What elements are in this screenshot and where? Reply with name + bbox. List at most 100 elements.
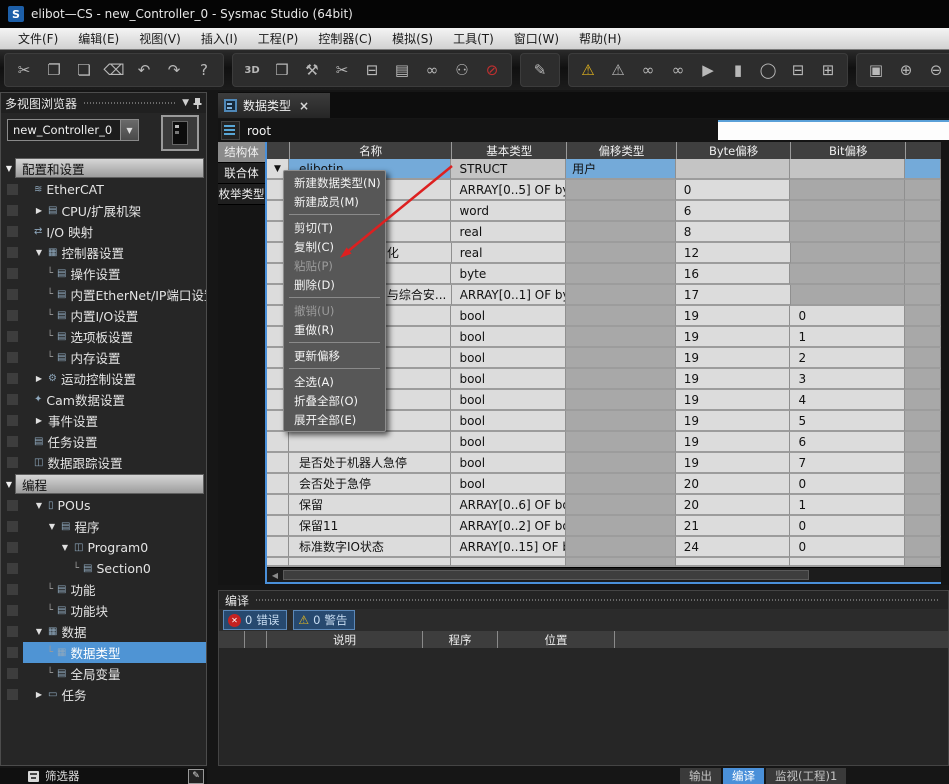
byte-offset-cell[interactable]: 19 [676,327,791,348]
stop-icon[interactable]: ▮ [725,57,751,83]
byte-offset-cell[interactable]: 17 [676,285,791,306]
extra-cell[interactable] [905,495,941,516]
redo-icon[interactable]: ↷ [161,57,187,83]
expand-icon[interactable]: ▶ [34,416,44,425]
cut-icon[interactable]: ✂ [11,57,37,83]
expand-icon[interactable]: ▼ [34,627,44,636]
base-type-cell[interactable]: real [452,243,567,264]
offset-type-cell[interactable] [566,306,676,327]
bit-offset-cell[interactable]: 6 [790,432,905,453]
offset-type-cell[interactable] [566,180,676,201]
base-type-cell[interactable]: bool [451,411,566,432]
bit-offset-cell[interactable]: 4 [790,390,905,411]
offset-type-cell[interactable] [566,369,676,390]
tree-section-configurations-and-setup[interactable]: ▼配置和设置 [1,158,206,178]
sidebar-item-data[interactable]: ▼▦数据 [1,621,206,642]
sidebar-item-tasks[interactable]: ▶▭任务 [1,684,206,705]
run-icon[interactable]: ▶ [695,57,721,83]
extra-cell[interactable] [905,369,941,390]
expand-icon[interactable]: ▼ [34,501,44,510]
category-tab-0[interactable]: 结构体 [218,142,265,163]
extra-cell[interactable] [905,327,941,348]
sidebar-item-pous[interactable]: ▼▯POUs [1,495,206,516]
sidebar-item-programs[interactable]: ▼▤程序 [1,516,206,537]
byte-offset-cell[interactable]: 24 [676,537,791,558]
scroll-left-icon[interactable]: ◀ [267,569,283,581]
table-row[interactable]: 会否处于急停bool200 [267,474,941,495]
expand-icon[interactable]: ▼ [47,522,57,531]
bit-offset-cell[interactable] [791,285,906,306]
base-type-cell[interactable]: bool [451,453,566,474]
paste-icon[interactable]: ❏ [71,57,97,83]
name-cell[interactable] [289,432,452,453]
base-type-cell[interactable]: bool [451,306,566,327]
menu-item-2[interactable]: 视图(V) [131,28,193,49]
root-name[interactable]: root [247,124,271,138]
byte-offset-cell[interactable]: 6 [676,201,791,222]
expand-cell[interactable] [267,495,289,516]
bit-offset-cell[interactable]: 1 [790,327,905,348]
sidebar-item-operation-settings[interactable]: └▤操作设置 [1,263,206,284]
byte-offset-cell[interactable]: 20 [676,495,791,516]
byte-offset-cell[interactable] [676,159,791,180]
bottom-tab-1[interactable]: 编译 [723,768,764,784]
sidebar-item-data-trace-settings[interactable]: ◫数据跟踪设置 [1,452,206,473]
sidebar-item-program0[interactable]: ▼◫Program0 [1,537,206,558]
offset-type-cell[interactable]: 用户 [566,159,676,180]
sidebar-item-builtin-io-settings[interactable]: └▤内置I/O设置 [1,305,206,326]
byte-offset-cell[interactable]: 19 [676,369,791,390]
category-tab-1[interactable]: 联合体 [218,163,265,184]
base-type-cell[interactable]: bool [451,369,566,390]
context-menu-select-all[interactable]: 全选(A) [284,372,385,391]
sidebar-item-option-board-settings[interactable]: └▤选项板设置 [1,326,206,347]
bottom-tab-0[interactable]: 输出 [680,768,721,784]
bit-offset-cell[interactable]: 0 [790,537,905,558]
base-type-cell[interactable]: ARRAY[0..15] OF bool [451,537,566,558]
base-type-cell[interactable]: bool [451,390,566,411]
search-binoculars-icon[interactable]: ⚇ [449,57,475,83]
base-type-cell[interactable]: bool [451,327,566,348]
offset-type-cell[interactable] [566,516,676,537]
extra-cell[interactable] [905,432,941,453]
menu-item-5[interactable]: 控制器(C) [310,28,384,49]
byte-offset-cell[interactable]: 16 [676,264,791,285]
rebuild-icon[interactable]: ⚠ [605,57,631,83]
sidebar-item-cpu-expansion-rack[interactable]: ▶▤CPU/扩展机架 [1,200,206,221]
transfer-from-controller-icon[interactable]: ⊞ [815,57,841,83]
bit-offset-cell[interactable] [790,180,905,201]
context-menu-redo[interactable]: 重做(R) [284,320,385,339]
extra-cell[interactable] [905,222,941,243]
context-menu-new-data-type[interactable]: 新建数据类型(N) [284,173,385,192]
context-menu-copy[interactable]: 复制(C) [284,237,385,256]
error-count-badge[interactable]: ✕ 0 错误 [223,610,287,630]
byte-offset-cell[interactable]: 21 [676,516,791,537]
extra-cell[interactable] [905,159,941,180]
delete-icon[interactable]: ⌫ [101,57,127,83]
offset-type-cell[interactable] [566,348,676,369]
sidebar-item-cam-data-settings[interactable]: ✦Cam数据设置 [1,389,206,410]
context-menu-new-member[interactable]: 新建成员(M) [284,192,385,211]
base-type-cell[interactable]: bool [451,432,566,453]
tab-close-icon[interactable]: × [299,99,309,113]
offset-type-cell[interactable] [566,264,676,285]
undo-icon[interactable]: ↶ [131,57,157,83]
bit-offset-cell[interactable]: 7 [790,453,905,474]
extra-cell[interactable] [905,264,941,285]
bottom-tab-2[interactable]: 监视(工程)1 [766,768,846,784]
tree-section-programming[interactable]: ▼编程 [1,474,206,494]
sidebar-item-global-variables[interactable]: └▤全局变量 [1,663,206,684]
sidebar-item-function-blocks[interactable]: └▤功能块 [1,600,206,621]
sidebar-item-task-settings[interactable]: ▤任务设置 [1,431,206,452]
sync-icon[interactable]: ◯ [755,57,781,83]
pin-icon[interactable] [193,97,202,109]
sidebar-item-motion-control-setup[interactable]: ▶⚙运动控制设置 [1,368,206,389]
base-type-cell[interactable]: ARRAY[0..1] OF byte [452,285,567,306]
copy-icon[interactable]: ❐ [41,57,67,83]
tab-data-types[interactable]: 数据类型 × [218,93,330,118]
bit-offset-cell[interactable]: 5 [790,411,905,432]
menu-item-3[interactable]: 插入(I) [193,28,250,49]
base-type-cell[interactable]: ARRAY[0..6] OF bool [451,495,566,516]
base-type-cell[interactable]: ARRAY[0..5] OF byte [451,180,566,201]
sidebar-item-controller-setup[interactable]: ▼▦控制器设置 [1,242,206,263]
3d-view-icon[interactable]: 3D [239,57,265,83]
